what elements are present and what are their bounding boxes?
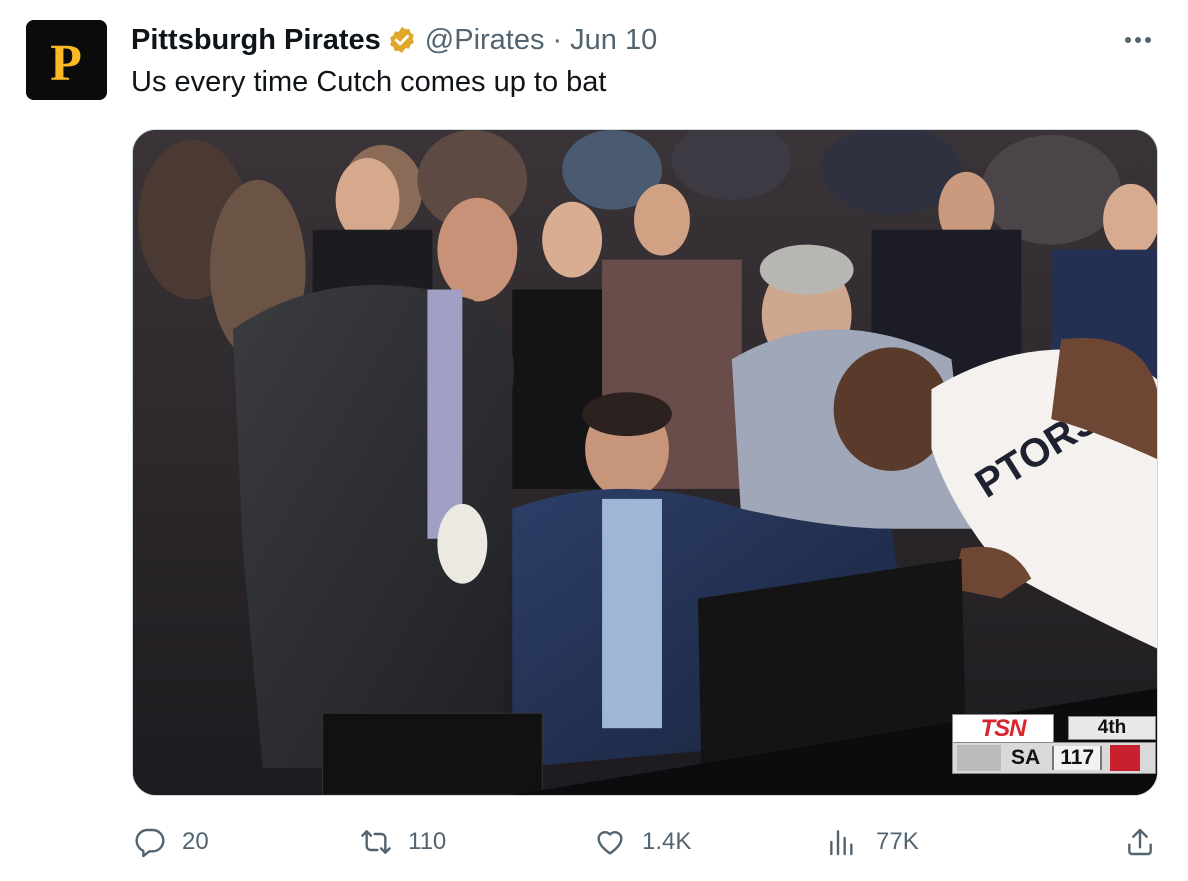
tweet-media[interactable]: PTORS TSN 4th SA 117 — [132, 129, 1158, 796]
tweet-text: Us every time Cutch comes up to bat — [131, 66, 607, 98]
retweet-count: 110 — [408, 828, 447, 855]
retweet-button[interactable]: 110 — [360, 822, 446, 862]
scorebug-row: SA 117 — [952, 742, 1156, 774]
tweet-date[interactable]: Jun 10 — [570, 24, 657, 57]
like-icon — [597, 831, 623, 855]
avatar[interactable]: P — [26, 20, 107, 100]
avatar-letter: P — [50, 35, 82, 92]
tsn-logo: TSN — [952, 714, 1054, 744]
author-handle[interactable]: @Pirates — [425, 24, 545, 57]
reply-icon — [135, 828, 165, 858]
views-count: 77K — [876, 828, 919, 855]
pirates-logo: P — [26, 20, 107, 100]
scorebug-score: 117 — [1052, 746, 1103, 770]
spurs-logo-icon — [957, 745, 1001, 771]
media-photo: PTORS — [133, 130, 1157, 795]
reply-button[interactable]: 20 — [134, 822, 209, 862]
verified-badge-icon[interactable] — [387, 25, 417, 55]
more-options-button[interactable] — [1118, 24, 1158, 54]
reply-count: 20 — [182, 828, 209, 855]
like-count: 1.4K — [642, 828, 692, 855]
views-button[interactable]: 77K — [826, 822, 919, 862]
more-icon — [1125, 37, 1151, 43]
raptors-logo-icon — [1110, 745, 1141, 771]
retweet-icon — [361, 830, 391, 854]
scorebug-team: SA — [1011, 746, 1041, 769]
header-separator: · — [552, 23, 563, 56]
tsn-scorebug: TSN 4th SA 117 — [952, 714, 1156, 774]
views-icon — [830, 830, 853, 856]
share-icon — [1128, 828, 1152, 856]
share-button[interactable] — [1124, 822, 1156, 862]
tweet-header: Pittsburgh Pirates @Pirates · Jun 10 — [131, 22, 657, 58]
scorebug-quarter: 4th — [1068, 716, 1156, 740]
author-name[interactable]: Pittsburgh Pirates — [131, 24, 381, 57]
tweet-actions: 20 110 1.4K 77K — [0, 822, 1188, 866]
like-button[interactable]: 1.4K — [594, 822, 691, 862]
